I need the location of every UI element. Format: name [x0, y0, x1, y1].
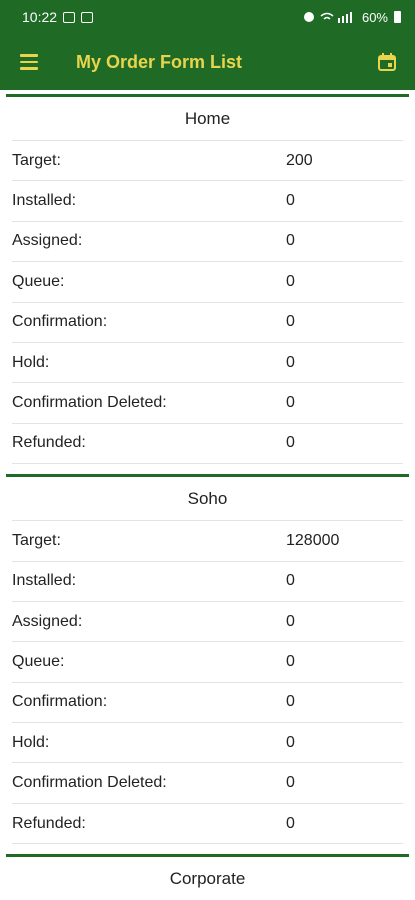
row-label: Confirmation: [12, 313, 108, 331]
row-value: 0 [286, 232, 295, 250]
row-label: Confirmation Deleted: [12, 774, 167, 792]
row-value: 0 [286, 353, 295, 371]
status-time: 10:22 [22, 9, 58, 25]
row-label: Hold: [12, 733, 50, 751]
row-label: Installed: [12, 572, 77, 590]
list-item: Confirmation Deleted: 0 [12, 383, 403, 424]
section-title: Home [12, 97, 403, 141]
list-item: Queue: 0 [12, 262, 403, 303]
list-item: Refunded: 0 [12, 424, 403, 465]
section-title: Soho [12, 477, 403, 522]
section-home: Home Target: 200 Installed: 0 Assigned: 0 Q… [6, 94, 409, 465]
menu-icon [20, 54, 38, 70]
row-label: Queue: [12, 272, 65, 290]
list-item: Target: 200 [12, 141, 403, 182]
list-item: Installed: 0 [12, 562, 403, 602]
list-item: Hold: 0 [12, 343, 403, 384]
row-value: 0 [286, 272, 295, 290]
row-label: Refunded: [12, 434, 86, 452]
row-value: 0 [286, 394, 295, 412]
battery-icon [394, 11, 401, 23]
alarm-icon [303, 12, 314, 22]
page-title: My Order Form List [76, 51, 243, 72]
row-label: Assigned: [12, 612, 83, 630]
status-bar: 10:22 60% [0, 0, 415, 34]
notification-icon [63, 11, 76, 23]
row-label: Target: [12, 151, 61, 169]
section-corporate: Corporate [6, 854, 409, 900]
list-item: Hold: 0 [12, 723, 403, 764]
list-item: Confirmation Deleted: 0 [12, 763, 403, 804]
list-item: Installed: 0 [12, 181, 403, 222]
calendar-button[interactable] [359, 34, 415, 90]
row-value: 0 [286, 814, 295, 832]
list-item: Confirmation: 0 [12, 683, 403, 724]
row-label: Confirmation: [12, 693, 108, 711]
row-value: 0 [286, 652, 295, 670]
row-value: 0 [286, 434, 295, 452]
row-value: 128000 [286, 531, 340, 549]
row-label: Queue: [12, 652, 65, 670]
gallery-icon [81, 11, 94, 23]
list-item: Confirmation: 0 [12, 303, 403, 343]
app-bar: My Order Form List [0, 34, 415, 90]
calendar-icon [378, 53, 396, 71]
row-label: Installed: [12, 192, 77, 210]
list-item: Assigned: 0 [12, 602, 403, 643]
row-value: 0 [286, 572, 295, 590]
row-value: 0 [286, 733, 295, 751]
row-value: 0 [286, 313, 295, 331]
section-title: Corporate [12, 857, 403, 900]
row-value: 0 [286, 192, 295, 210]
row-value: 0 [286, 612, 295, 630]
row-value: 0 [286, 774, 295, 792]
list-item: Refunded: 0 [12, 804, 403, 845]
battery-level: 60% [361, 9, 388, 25]
row-label: Hold: [12, 353, 50, 371]
row-label: Assigned: [12, 232, 83, 250]
menu-button[interactable] [0, 34, 58, 90]
row-value: 200 [286, 151, 313, 169]
list-item: Target: 128000 [12, 521, 403, 562]
row-label: Target: [12, 531, 61, 549]
list-item: Assigned: 0 [12, 222, 403, 263]
order-form-list[interactable]: Home Target: 200 Installed: 0 Assigned: 0 Q… [0, 90, 415, 900]
wifi-signal-icon [320, 12, 352, 23]
row-label: Confirmation Deleted: [12, 394, 167, 412]
list-item: Queue: 0 [12, 642, 403, 683]
row-label: Refunded: [12, 814, 86, 832]
row-value: 0 [286, 693, 295, 711]
section-soho: Soho Target: 128000 Installed: 0 Assigned:… [6, 474, 409, 845]
